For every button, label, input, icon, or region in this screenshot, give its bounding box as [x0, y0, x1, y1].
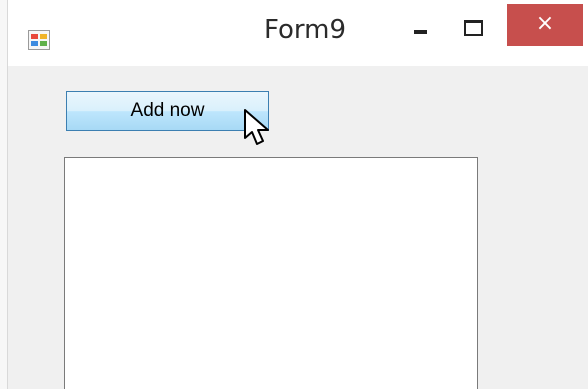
minimize-icon[interactable] [400, 6, 442, 44]
maximize-icon[interactable] [455, 6, 499, 44]
add-now-button[interactable]: Add now [66, 91, 269, 131]
window-title: Form9 [263, 15, 347, 45]
title-bar[interactable]: Form9 × [0, 0, 588, 66]
items-listbox[interactable] [64, 157, 478, 389]
close-icon[interactable]: × [507, 4, 583, 46]
mouse-pointer-icon [244, 109, 269, 145]
form-window: Form9 × Add now [0, 0, 588, 389]
window-frame-left [0, 0, 8, 389]
